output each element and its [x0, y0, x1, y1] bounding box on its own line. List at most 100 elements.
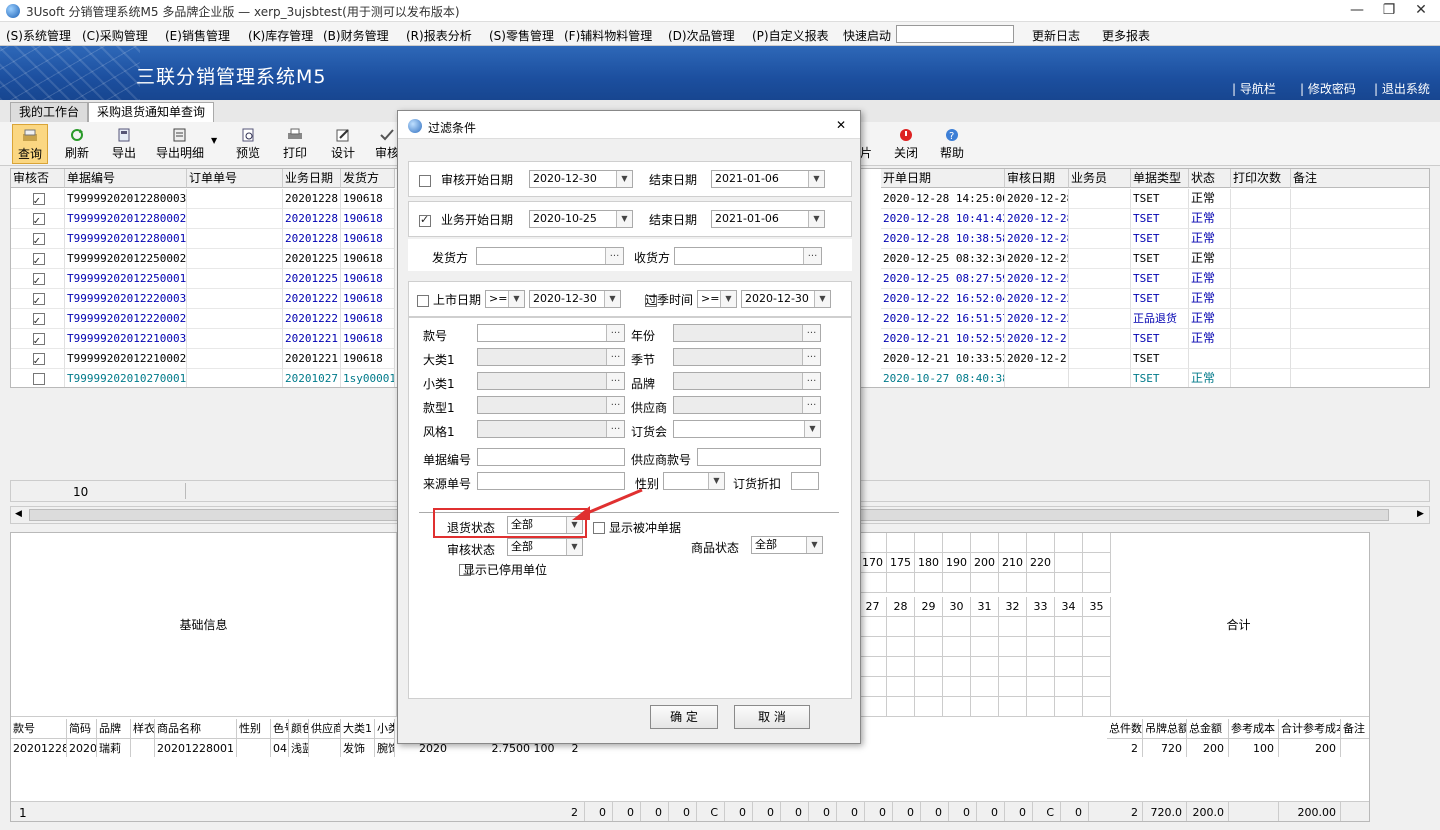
- export-detail-button[interactable]: 导出明细: [150, 124, 210, 164]
- change-password-link[interactable]: | 修改密码: [1300, 80, 1356, 97]
- menu-inventory[interactable]: (K)库存管理: [248, 27, 313, 44]
- cell-doc-no[interactable]: T99999202012280002: [65, 209, 187, 229]
- ellipsis-icon[interactable]: ...: [605, 248, 623, 264]
- cell-doc-no[interactable]: T99999202012210003: [65, 329, 187, 349]
- product-field[interactable]: ...: [477, 396, 625, 414]
- audit-date-checkbox[interactable]: [419, 174, 431, 187]
- query-button[interactable]: 查询: [12, 124, 48, 164]
- ellipsis-icon[interactable]: ...: [802, 373, 820, 389]
- row-checkbox[interactable]: [32, 331, 45, 348]
- quick-start-input[interactable]: [896, 25, 1014, 43]
- gender-select[interactable]: ▼: [663, 472, 725, 490]
- cancel-button[interactable]: 取 消: [734, 705, 810, 729]
- row-checkbox[interactable]: [32, 271, 45, 288]
- logout-link[interactable]: | 退出系统: [1374, 80, 1430, 97]
- table-row-audit-checkbox[interactable]: [11, 249, 65, 269]
- table-row-audit-checkbox[interactable]: [11, 229, 65, 249]
- chevron-down-icon[interactable]: ▼: [616, 171, 632, 187]
- ellipsis-icon[interactable]: ...: [606, 373, 624, 389]
- product-field[interactable]: ...: [673, 372, 821, 390]
- product-field[interactable]: ...: [673, 348, 821, 366]
- product-field[interactable]: ...: [477, 324, 625, 342]
- cell-doc-no[interactable]: T99999202012250002: [65, 249, 187, 269]
- row-checkbox[interactable]: [32, 373, 45, 385]
- print-button[interactable]: 打印: [280, 124, 310, 164]
- menu-retail[interactable]: (S)零售管理: [489, 27, 554, 44]
- close-window-button[interactable]: ✕: [1404, 0, 1438, 22]
- close-button[interactable]: 关闭: [890, 124, 922, 164]
- ellipsis-icon[interactable]: ...: [802, 349, 820, 365]
- season-op-select[interactable]: >= ▼: [697, 290, 737, 308]
- table-row-audit-checkbox[interactable]: [11, 309, 65, 329]
- cell-doc-no[interactable]: T99999202012280001: [65, 229, 187, 249]
- product-field[interactable]: ...: [477, 372, 625, 390]
- season-date-field[interactable]: 2020-12-30 ▼: [741, 290, 831, 308]
- chevron-down-icon[interactable]: ▼: [806, 537, 822, 553]
- ok-button[interactable]: 确 定: [650, 705, 718, 729]
- design-button[interactable]: 设计: [328, 124, 358, 164]
- table-row-audit-checkbox[interactable]: [11, 209, 65, 229]
- table-row-audit-checkbox[interactable]: [11, 289, 65, 309]
- chevron-down-icon[interactable]: ▼: [616, 211, 632, 227]
- row-checkbox[interactable]: [32, 311, 45, 328]
- changelog-link[interactable]: 更新日志: [1032, 27, 1080, 44]
- table-row-audit-checkbox[interactable]: [11, 269, 65, 289]
- export-detail-dropdown-icon[interactable]: ▼: [211, 136, 217, 145]
- cell-doc-no[interactable]: T99999202012220003: [65, 289, 187, 309]
- market-op-select[interactable]: >= ▼: [485, 290, 525, 308]
- cell-doc-no[interactable]: T99999202012280003: [65, 189, 187, 209]
- tab-return-notice-query[interactable]: 采购退货通知单查询: [88, 102, 215, 122]
- product-field[interactable]: ▼: [673, 420, 821, 438]
- chevron-down-icon[interactable]: ▼: [720, 291, 736, 307]
- maximize-button[interactable]: ❐: [1372, 0, 1406, 22]
- refresh-button[interactable]: 刷新: [60, 124, 94, 164]
- chevron-down-icon[interactable]: ▼: [708, 473, 724, 489]
- chevron-down-icon[interactable]: ▼: [804, 421, 820, 437]
- menu-custom-reports[interactable]: (P)自定义报表: [752, 27, 829, 44]
- menu-system[interactable]: (S)系统管理: [6, 27, 71, 44]
- audit-start-date[interactable]: 2020-12-30 ▼: [529, 170, 633, 188]
- cell-doc-no[interactable]: T99999202012250001: [65, 269, 187, 289]
- sender-field[interactable]: ...: [476, 247, 624, 265]
- cell-doc-no[interactable]: T99999202012220002: [65, 309, 187, 329]
- chevron-down-icon[interactable]: ▼: [508, 291, 524, 307]
- product-field[interactable]: ...: [477, 420, 625, 438]
- menu-materials[interactable]: (F)辅料物料管理: [564, 27, 652, 44]
- receiver-field[interactable]: ...: [674, 247, 822, 265]
- menu-finance[interactable]: (B)财务管理: [323, 27, 389, 44]
- row-checkbox[interactable]: [32, 191, 45, 208]
- table-row-audit-checkbox[interactable]: [11, 189, 65, 209]
- chevron-down-icon[interactable]: ▼: [808, 211, 824, 227]
- row-checkbox[interactable]: [32, 211, 45, 228]
- ellipsis-icon[interactable]: ...: [606, 349, 624, 365]
- audit-status-select[interactable]: 全部 ▼: [507, 538, 583, 556]
- ellipsis-icon[interactable]: ...: [803, 248, 821, 264]
- cell-doc-no[interactable]: T99999202010270001: [65, 369, 187, 387]
- row-checkbox[interactable]: [32, 351, 45, 368]
- audit-end-date[interactable]: 2021-01-06 ▼: [711, 170, 825, 188]
- biz-date-checkbox[interactable]: [419, 213, 431, 227]
- dialog-close-icon[interactable]: ✕: [836, 118, 846, 132]
- market-date-checkbox[interactable]: [417, 294, 429, 307]
- ellipsis-icon[interactable]: ...: [802, 325, 820, 341]
- minimize-button[interactable]: —: [1340, 0, 1374, 22]
- chevron-down-icon[interactable]: ▼: [808, 171, 824, 187]
- ellipsis-icon[interactable]: ...: [606, 397, 624, 413]
- market-date-field[interactable]: 2020-12-30 ▼: [529, 290, 621, 308]
- tab-workbench[interactable]: 我的工作台: [10, 102, 89, 122]
- table-row-audit-checkbox[interactable]: [11, 369, 65, 387]
- more-reports-link[interactable]: 更多报表: [1102, 27, 1150, 44]
- biz-end-date[interactable]: 2021-01-06 ▼: [711, 210, 825, 228]
- supplier-code-field[interactable]: [697, 448, 821, 466]
- product-field[interactable]: ...: [673, 396, 821, 414]
- scroll-left-icon[interactable]: ◀: [15, 509, 22, 519]
- ellipsis-icon[interactable]: ...: [606, 325, 624, 341]
- product-field[interactable]: ...: [673, 324, 821, 342]
- ellipsis-icon[interactable]: ...: [802, 397, 820, 413]
- chevron-down-icon[interactable]: ▼: [604, 291, 620, 307]
- nav-bar-link[interactable]: | 导航栏: [1232, 80, 1276, 97]
- table-row-audit-checkbox[interactable]: [11, 329, 65, 349]
- menu-purchase[interactable]: (C)采购管理: [82, 27, 148, 44]
- biz-start-date[interactable]: 2020-10-25 ▼: [529, 210, 633, 228]
- cell-doc-no[interactable]: T99999202012210002: [65, 349, 187, 369]
